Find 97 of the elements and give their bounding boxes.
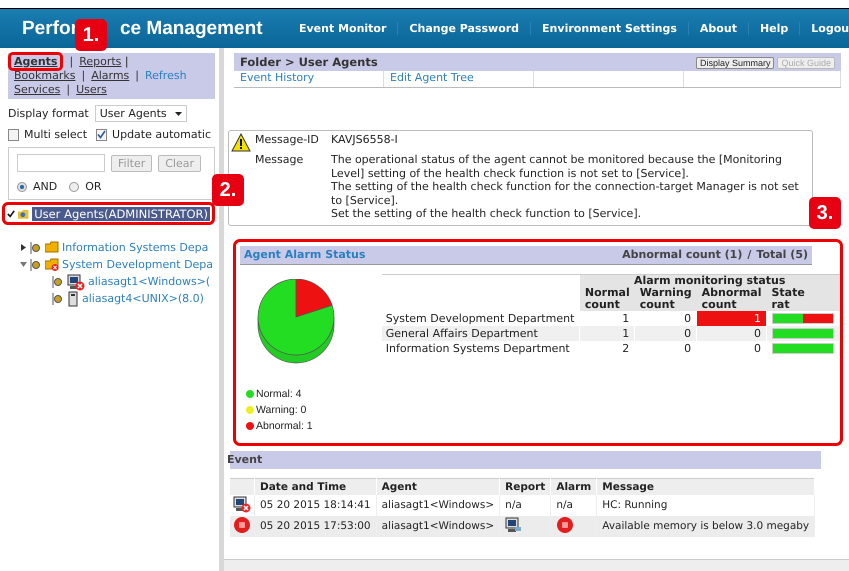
connector-plug-icon xyxy=(30,258,42,270)
display-format-dropdown[interactable]: User Agents xyxy=(94,105,187,122)
column-header: Warning count xyxy=(634,286,697,310)
separator: | xyxy=(66,83,70,96)
tab-link[interactable]: Event History xyxy=(234,71,384,87)
section-title: Event xyxy=(227,453,262,466)
legend-label: Abnormal: 1 xyxy=(256,420,313,432)
column-header: Message xyxy=(596,478,815,494)
tree-item[interactable]: Information Systems Depa xyxy=(62,241,208,254)
agents-folder-icon xyxy=(18,208,30,220)
breadcrumb: Folder > User Agents xyxy=(240,55,378,69)
table-cell: 05 20 2015 17:53:00 xyxy=(254,516,376,536)
table-cell: Available memory is below 3.0 megaby xyxy=(596,516,815,536)
nav-link[interactable]: Agents xyxy=(8,52,64,71)
separator: | xyxy=(81,69,86,82)
checkbox-label: Update automatic xyxy=(112,128,211,141)
separator: | xyxy=(124,55,129,68)
nav-link[interactable]: Reports xyxy=(79,55,122,68)
nav-link[interactable]: Alarms xyxy=(91,69,130,82)
radio-button[interactable] xyxy=(69,182,80,192)
nav-link[interactable]: Users xyxy=(76,83,107,96)
column-header: Report xyxy=(500,478,551,494)
table-cell: Information Systems Department xyxy=(382,340,580,356)
radio-label: OR xyxy=(85,180,102,193)
connector-plug-icon xyxy=(52,292,64,304)
separator: | xyxy=(135,69,140,82)
connector-plug-icon xyxy=(52,276,64,288)
filter-input[interactable] xyxy=(17,154,105,172)
tree-item[interactable]: aliasagt1<Windows>( xyxy=(88,275,210,288)
callout-badge: 1. xyxy=(75,19,107,51)
column-header: Abnormal count xyxy=(696,286,766,310)
field-label: Display format xyxy=(8,107,89,120)
table-cell: 0 xyxy=(696,340,766,356)
message-text: The operational status of the agent cannot be monitored because the [Monitoring Level] setting of the health check function is not set to [Service]. xyxy=(331,153,784,180)
table-cell: General Affairs Department xyxy=(382,326,580,340)
column-header: Agent xyxy=(376,478,500,494)
table-cell: 0 xyxy=(634,326,697,340)
nav-link[interactable]: Services xyxy=(14,83,60,96)
abnormal-count: Abnormal count (1) xyxy=(622,248,742,261)
column-header: Alarm xyxy=(550,478,597,494)
tree-item[interactable]: System Development Depa xyxy=(62,258,214,271)
legend-label: Normal: 4 xyxy=(256,388,302,400)
message-label: Message xyxy=(255,153,304,168)
table-cell: 1 xyxy=(696,310,766,326)
table-cell: 2 xyxy=(580,340,635,356)
callout-badge: 2. xyxy=(212,174,244,206)
alarm-icon xyxy=(556,516,574,534)
callout-badge: 3. xyxy=(809,197,841,229)
total-count: Total (5) xyxy=(756,248,808,261)
caret-icon xyxy=(174,112,182,116)
app-title: ce Management xyxy=(120,18,263,40)
table-cell: 1 xyxy=(580,326,635,340)
legend-dot xyxy=(246,422,254,430)
message-id: KAVJS6558-I xyxy=(331,133,399,148)
column-header: Normal count xyxy=(580,286,635,310)
connector-plug-icon xyxy=(30,242,42,254)
table-cell: aliasagt1<Windows> xyxy=(376,516,500,536)
horizontal-scrollbar[interactable] xyxy=(224,559,849,571)
header-nav-link[interactable]: About xyxy=(688,22,748,35)
server-error-icon xyxy=(67,272,85,290)
legend-dot xyxy=(246,390,254,398)
message-text: Set the setting of the health check function to [Service]. xyxy=(331,207,642,220)
tab-link[interactable]: Edit Agent Tree xyxy=(384,71,534,87)
toolbar-button[interactable]: Display Summary xyxy=(696,56,774,68)
column-group-header: Alarm monitoring status xyxy=(580,274,840,286)
checkbox[interactable] xyxy=(8,128,19,140)
message-id-label: Message-ID xyxy=(255,133,320,148)
header-nav-link[interactable]: Event Monitor xyxy=(288,22,398,35)
table-cell: 0 xyxy=(696,326,766,340)
report-icon xyxy=(505,516,524,534)
alarm-icon xyxy=(233,516,251,534)
header-nav-link[interactable]: Logou xyxy=(799,22,849,35)
header-nav-link[interactable]: Help xyxy=(748,22,800,35)
tree-item[interactable]: aliasagt4<UNIX>(8.0) xyxy=(82,292,204,305)
radio-label: AND xyxy=(33,180,58,193)
table-cell: n/a xyxy=(556,499,573,511)
panel-title: Agent Alarm Status xyxy=(244,248,366,261)
header-nav-link[interactable]: Environment Settings xyxy=(530,22,688,35)
column-header: State rat xyxy=(766,286,840,310)
radio-button[interactable] xyxy=(17,182,27,192)
collapse-arrow-icon[interactable] xyxy=(20,261,27,268)
checkbox-label: Multi select xyxy=(24,128,88,141)
table-cell: n/a xyxy=(505,499,522,511)
app-title: Perfor xyxy=(22,18,78,40)
header-nav-link[interactable]: Change Password xyxy=(397,22,530,35)
checkbox[interactable] xyxy=(96,128,108,140)
legend-label: Warning: 0 xyxy=(256,404,306,416)
nav-link[interactable]: Bookmarks xyxy=(14,69,76,82)
tree-item[interactable]: User Agents(ADMINISTRATOR) xyxy=(32,206,210,220)
legend-dot xyxy=(246,406,254,414)
column-header: Date and Time xyxy=(254,478,376,494)
warning-icon xyxy=(231,133,251,153)
message-text: The setting of the health check function for the connection-target Manager is not set to [Service]. xyxy=(331,180,800,207)
separator: / xyxy=(747,248,752,261)
table-cell: 0 xyxy=(634,340,697,356)
separator: | xyxy=(69,55,74,68)
expand-arrow-icon[interactable] xyxy=(20,244,27,251)
